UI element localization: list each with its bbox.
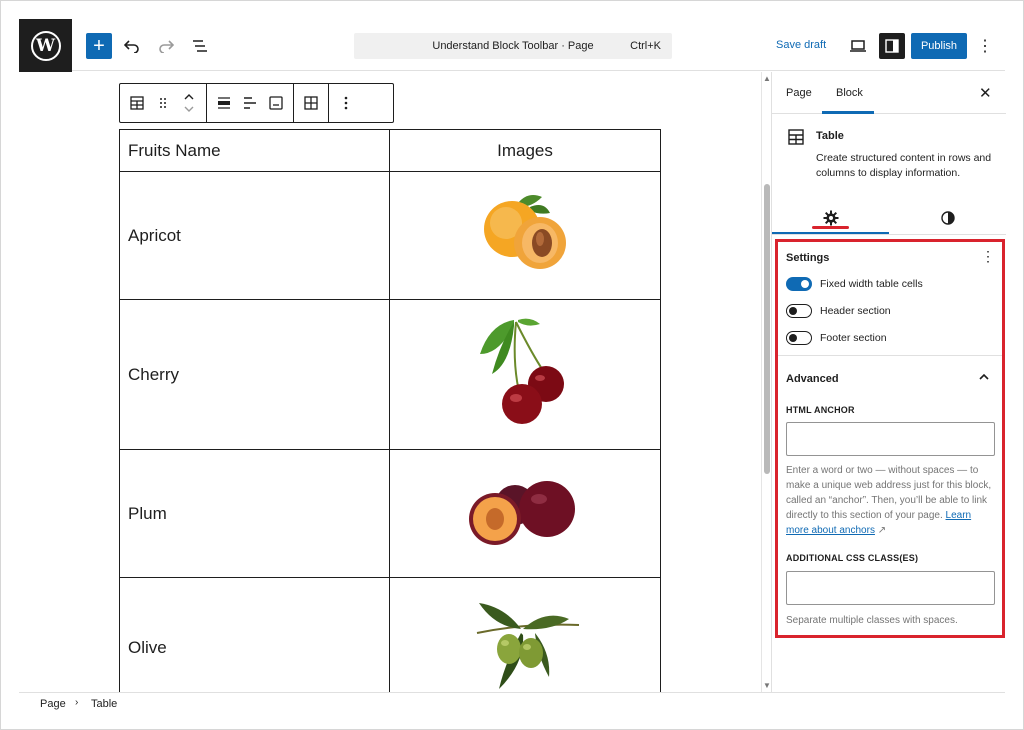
table-header-cell[interactable]: Images [389,129,661,172]
block-card: Table Create structured content in rows … [772,115,1006,195]
shortcut-hint: Ctrl+K [630,40,661,52]
highlighted-settings-panel: Settings ⋮ Fixed width table cells Heade… [775,239,1005,638]
table-cell[interactable]: Cherry [119,299,390,450]
table-row: Cherry [119,299,661,450]
sidebar-icon [885,39,899,53]
close-icon[interactable]: ✕ [979,84,992,102]
html-anchor-label: HTML ANCHOR [786,405,855,415]
active-tab-indicator [822,111,874,114]
add-block-button[interactable]: + [86,33,112,59]
settings-options-icon[interactable]: ⋮ [981,248,995,265]
toggle-switch[interactable] [786,331,812,345]
save-draft-button[interactable]: Save draft [776,39,826,51]
css-class-help: Separate multiple classes with spaces. [786,615,958,626]
table-cell-image[interactable] [389,449,661,578]
gear-icon [823,210,838,226]
undo-icon[interactable] [119,33,145,59]
settings-panel-title: Settings [786,252,830,264]
editor-canvas: Fruits Name Images Apricot Cherry Plum O… [19,72,761,692]
fruits-table[interactable]: Fruits Name Images Apricot Cherry Plum O… [119,129,661,692]
edit-table-icon[interactable] [298,88,324,118]
block-card-description: Create structured content in rows and co… [816,152,992,179]
toggle-label: Header section [820,305,891,317]
document-overview-icon[interactable] [187,33,213,59]
breadcrumb: Page › Table [19,692,1005,717]
block-toolbar [119,83,394,123]
preview-device-icon[interactable] [845,33,871,59]
block-card-title: Table [816,130,844,142]
sidebar-tabs: Page Block ✕ [772,72,1006,114]
breadcrumb-item-table[interactable]: Table [91,698,117,710]
tab-block[interactable]: Block [836,87,863,99]
table-row: Olive [119,577,661,692]
cherry-image [480,318,564,424]
highlight-underline [812,226,849,229]
advanced-panel-title[interactable]: Advanced [786,373,839,385]
toggle-label: Fixed width table cells [820,278,923,290]
toggle-label: Footer section [820,332,887,344]
document-title: Understand Block Toolbar · Page [432,40,594,52]
settings-sidebar-toggle[interactable] [879,33,905,59]
table-header-row: Fruits Name Images [119,129,661,172]
table-row: Plum [119,449,661,578]
publish-button[interactable]: Publish [911,33,967,59]
table-block-icon[interactable] [124,88,150,118]
table-cell[interactable]: Apricot [119,171,390,300]
caption-icon[interactable] [263,88,289,118]
block-options-icon[interactable] [333,88,359,118]
toggle-footer-section[interactable]: Footer section [786,329,887,347]
table-row: Apricot [119,171,661,300]
table-cell-image[interactable] [389,577,661,692]
external-link-icon: ↗ [874,525,887,536]
options-menu-icon[interactable]: ⋮ [975,33,995,59]
html-anchor-help: Enter a word or two — without spaces — t… [786,463,996,538]
scroll-thumb[interactable] [764,184,770,474]
toggle-fixed-width[interactable]: Fixed width table cells [786,275,923,293]
table-icon [788,129,804,145]
table-cell[interactable]: Plum [119,449,390,578]
olive-image [476,603,580,689]
table-cell-image[interactable] [389,171,661,300]
align-icon[interactable] [211,88,237,118]
table-cell[interactable]: Olive [119,577,390,692]
editor-header: W + Understand Block Toolbar · Page Ctrl… [19,19,1005,72]
tab-page[interactable]: Page [786,87,812,99]
html-anchor-input[interactable] [786,422,995,456]
table-header-cell[interactable]: Fruits Name [119,129,390,172]
tab-styles[interactable] [889,205,1006,231]
command-palette-bar[interactable]: Understand Block Toolbar · Page Ctrl+K [354,33,672,59]
apricot-image [484,195,566,269]
inspector-tabs [772,197,1006,235]
scroll-up-arrow-icon[interactable]: ▲ [763,74,771,83]
toggle-switch[interactable] [786,304,812,318]
scroll-down-arrow-icon[interactable]: ▼ [763,681,771,690]
chevron-up-icon[interactable] [978,371,990,383]
settings-panel: Settings ⋮ Fixed width table cells Heade… [778,242,1002,356]
css-class-input[interactable] [786,571,995,605]
contrast-icon [940,211,955,225]
toggle-switch[interactable] [786,277,812,291]
align-text-left-icon[interactable] [237,88,263,118]
breadcrumb-item-page[interactable]: Page [40,698,66,710]
chevron-right-icon: › [75,697,79,708]
redo-icon[interactable] [153,33,179,59]
active-subtab-indicator [772,232,889,234]
canvas-scrollbar[interactable]: ▲ ▼ [761,72,771,692]
css-class-label: ADDITIONAL CSS CLASS(ES) [786,553,919,563]
plum-image [469,481,575,545]
toggle-header-section[interactable]: Header section [786,302,891,320]
table-cell-image[interactable] [389,299,661,450]
wordpress-icon: W [30,30,61,61]
move-up-down-icon[interactable] [176,88,202,118]
drag-handle-icon[interactable] [150,88,176,118]
wordpress-logo-button[interactable]: W [19,19,72,72]
